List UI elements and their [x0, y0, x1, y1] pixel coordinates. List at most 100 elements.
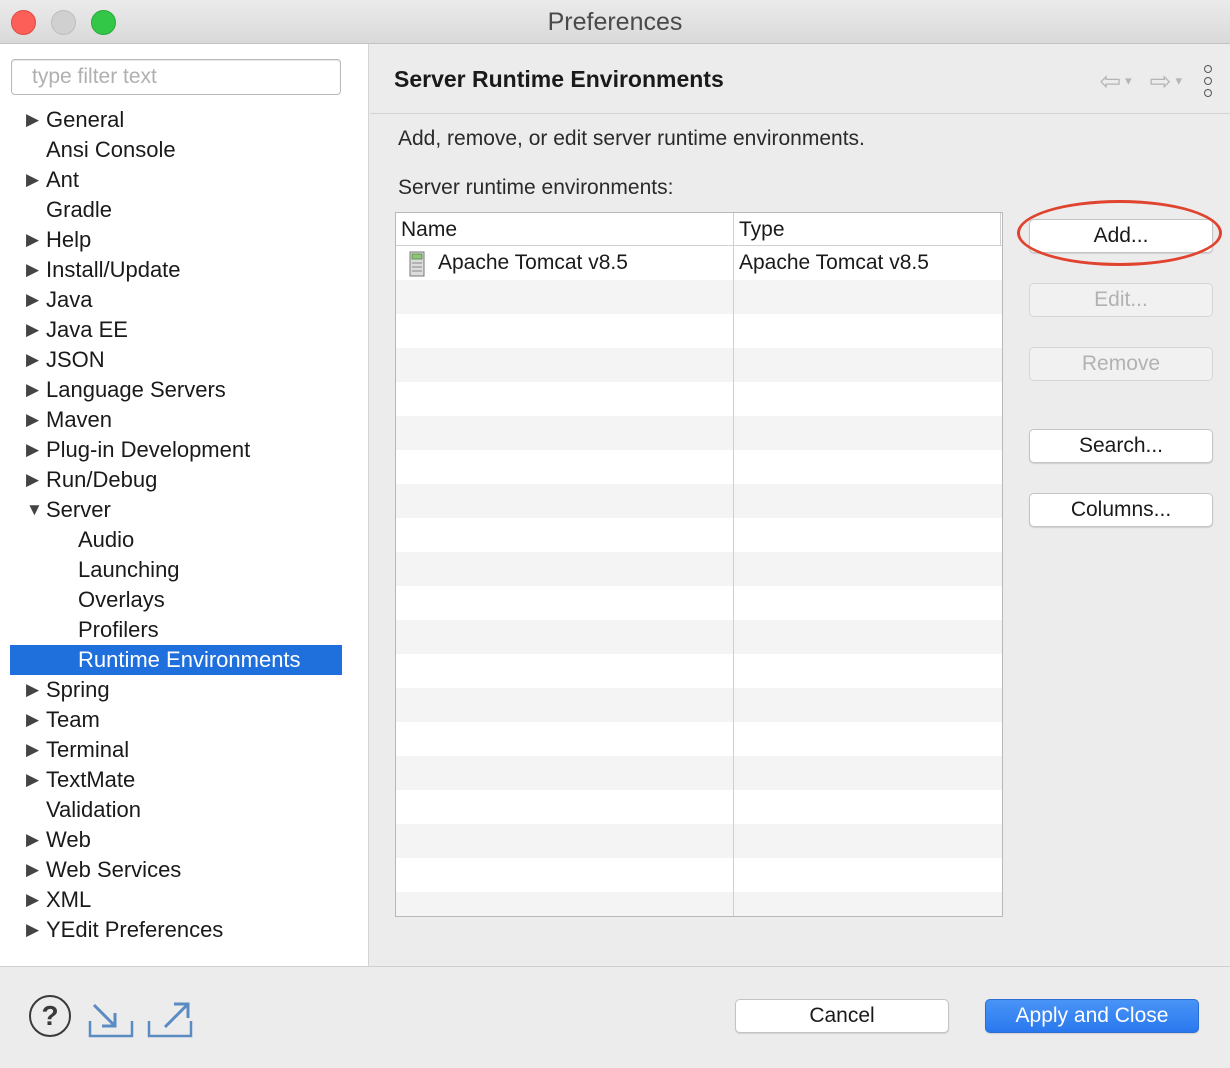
- sidebar-item-label: Web: [46, 827, 91, 852]
- disclosure-collapsed-icon[interactable]: ▶: [26, 105, 42, 135]
- disclosure-collapsed-icon[interactable]: ▶: [26, 285, 42, 315]
- sidebar-item[interactable]: Launching: [10, 555, 342, 585]
- sidebar-item[interactable]: ▶ YEdit Preferences: [10, 915, 342, 945]
- filter-input[interactable]: [11, 59, 341, 95]
- sidebar-item-label: Run/Debug: [46, 467, 158, 492]
- sidebar-item[interactable]: ▶ Install/Update: [10, 255, 342, 285]
- sidebar-item-label: Profilers: [78, 617, 159, 642]
- sidebar-item[interactable]: ▶ Java EE: [10, 315, 342, 345]
- disclosure-collapsed-icon[interactable]: ▶: [26, 405, 42, 435]
- disclosure-collapsed-icon[interactable]: ▶: [26, 345, 42, 375]
- table-row: [396, 484, 1002, 518]
- sidebar-item-label: Team: [46, 707, 100, 732]
- sidebar-item-label: Audio: [78, 527, 135, 552]
- import-icon[interactable]: [88, 999, 134, 1039]
- disclosure-collapsed-icon[interactable]: ▶: [26, 315, 42, 345]
- disclosure-collapsed-icon[interactable]: ▶: [26, 255, 42, 285]
- back-dropdown-icon[interactable]: ▾: [1125, 73, 1132, 89]
- sidebar-item[interactable]: ▶ Web Services: [10, 855, 342, 885]
- sidebar-item[interactable]: ▶ Help: [10, 225, 342, 255]
- disclosure-collapsed-icon[interactable]: ▶: [26, 165, 42, 195]
- sidebar-item[interactable]: ▶ Language Servers: [10, 375, 342, 405]
- pane-header: Server Runtime Environments ⇦ ▾ ⇨ ▾: [370, 44, 1230, 114]
- sidebar-item[interactable]: ▶ Plug-in Development: [10, 435, 342, 465]
- runtime-name-cell: Apache Tomcat v8.5: [438, 251, 628, 274]
- sidebar-item[interactable]: ▶ JSON: [10, 345, 342, 375]
- sidebar-item-label: YEdit Preferences: [46, 917, 224, 942]
- sidebar-item-label: Install/Update: [46, 257, 181, 282]
- sidebar-item-label: Terminal: [46, 737, 130, 762]
- column-divider: [733, 246, 734, 916]
- preferences-tree: ▶ General Ansi Console ▶ Ant Gradle ▶ Help ▶ Inst…: [10, 105, 342, 945]
- export-icon[interactable]: [147, 999, 193, 1039]
- sidebar-item[interactable]: ▶ Ant: [10, 165, 342, 195]
- sidebar-item-label: Overlays: [78, 587, 165, 612]
- sidebar-item[interactable]: Profilers: [10, 615, 342, 645]
- disclosure-collapsed-icon[interactable]: ▶: [26, 465, 42, 495]
- view-menu-icon[interactable]: [1204, 65, 1212, 97]
- disclosure-expanded-icon[interactable]: ▼: [26, 495, 43, 525]
- sidebar-item-label: Plug-in Development: [46, 437, 251, 462]
- table-row: [396, 824, 1002, 858]
- columns-button[interactable]: Columns...: [1029, 493, 1213, 527]
- search-button[interactable]: Search...: [1029, 429, 1213, 463]
- disclosure-collapsed-icon[interactable]: ▶: [26, 765, 42, 795]
- table-row: [396, 722, 1002, 756]
- table-row: [396, 858, 1002, 892]
- sidebar-item-label: Ant: [46, 167, 80, 192]
- table-row: [396, 552, 1002, 586]
- forward-dropdown-icon[interactable]: ▾: [1175, 73, 1182, 89]
- edit-button[interactable]: Edit...: [1029, 283, 1213, 317]
- disclosure-collapsed-icon[interactable]: ▶: [26, 915, 42, 945]
- sidebar-item[interactable]: Runtime Environments: [10, 645, 342, 675]
- sidebar-item-label: Web Services: [46, 857, 182, 882]
- disclosure-collapsed-icon[interactable]: ▶: [26, 705, 42, 735]
- sidebar-item-label: JSON: [46, 347, 105, 372]
- sidebar-item[interactable]: ▶ Java: [10, 285, 342, 315]
- table-row[interactable]: Apache Tomcat v8.5 Apache Tomcat v8.5: [396, 246, 1002, 280]
- page-title: Server Runtime Environments: [394, 66, 724, 92]
- apply-and-close-button[interactable]: Apply and Close: [985, 999, 1199, 1033]
- disclosure-collapsed-icon[interactable]: ▶: [26, 855, 42, 885]
- disclosure-collapsed-icon[interactable]: ▶: [26, 675, 42, 705]
- table-row: [396, 688, 1002, 722]
- disclosure-collapsed-icon[interactable]: ▶: [26, 735, 42, 765]
- bottom-bar: ? Cancel Apply and Close: [0, 966, 1230, 1068]
- sidebar-item[interactable]: ▶ TextMate: [10, 765, 342, 795]
- cancel-button[interactable]: Cancel: [735, 999, 949, 1033]
- sidebar-item[interactable]: Overlays: [10, 585, 342, 615]
- column-header-type[interactable]: Type: [734, 213, 1001, 246]
- table-row: [396, 790, 1002, 824]
- help-icon[interactable]: ?: [29, 995, 71, 1037]
- sidebar-item[interactable]: ▼ Server: [10, 495, 342, 525]
- window-title: Preferences: [547, 8, 683, 36]
- table-body: Apache Tomcat v8.5 Apache Tomcat v8.5: [396, 246, 1002, 916]
- sidebar-item[interactable]: ▶ Team: [10, 705, 342, 735]
- remove-button[interactable]: Remove: [1029, 347, 1213, 381]
- page-description: Add, remove, or edit server runtime envi…: [398, 127, 865, 150]
- disclosure-collapsed-icon[interactable]: ▶: [26, 825, 42, 855]
- sidebar-item[interactable]: ▶ Web: [10, 825, 342, 855]
- sidebar-item[interactable]: Gradle: [10, 195, 342, 225]
- sidebar-item[interactable]: ▶ XML: [10, 885, 342, 915]
- forward-arrow-icon[interactable]: ⇨: [1150, 66, 1172, 97]
- disclosure-collapsed-icon[interactable]: ▶: [26, 375, 42, 405]
- column-header-name[interactable]: Name: [396, 213, 734, 246]
- back-arrow-icon[interactable]: ⇦: [1099, 66, 1121, 97]
- sidebar-item[interactable]: Ansi Console: [10, 135, 342, 165]
- sidebar-item[interactable]: ▶ Spring: [10, 675, 342, 705]
- sidebar-item[interactable]: Audio: [10, 525, 342, 555]
- server-icon: [409, 251, 425, 277]
- disclosure-collapsed-icon[interactable]: ▶: [26, 435, 42, 465]
- sidebar-item[interactable]: Validation: [10, 795, 342, 825]
- disclosure-collapsed-icon[interactable]: ▶: [26, 225, 42, 255]
- disclosure-collapsed-icon[interactable]: ▶: [26, 885, 42, 915]
- sidebar-item[interactable]: ▶ Run/Debug: [10, 465, 342, 495]
- sidebar-item-label: Java EE: [46, 317, 128, 342]
- sidebar-item[interactable]: ▶ Terminal: [10, 735, 342, 765]
- sidebar-item[interactable]: ▶ General: [10, 105, 342, 135]
- runtime-environments-table[interactable]: Name Type Apache Tomcat v8.5 Apache Tomca…: [395, 212, 1003, 917]
- sidebar-item-label: Gradle: [46, 197, 113, 222]
- sidebar-item[interactable]: ▶ Maven: [10, 405, 342, 435]
- sidebar-item-label: XML: [46, 887, 92, 912]
